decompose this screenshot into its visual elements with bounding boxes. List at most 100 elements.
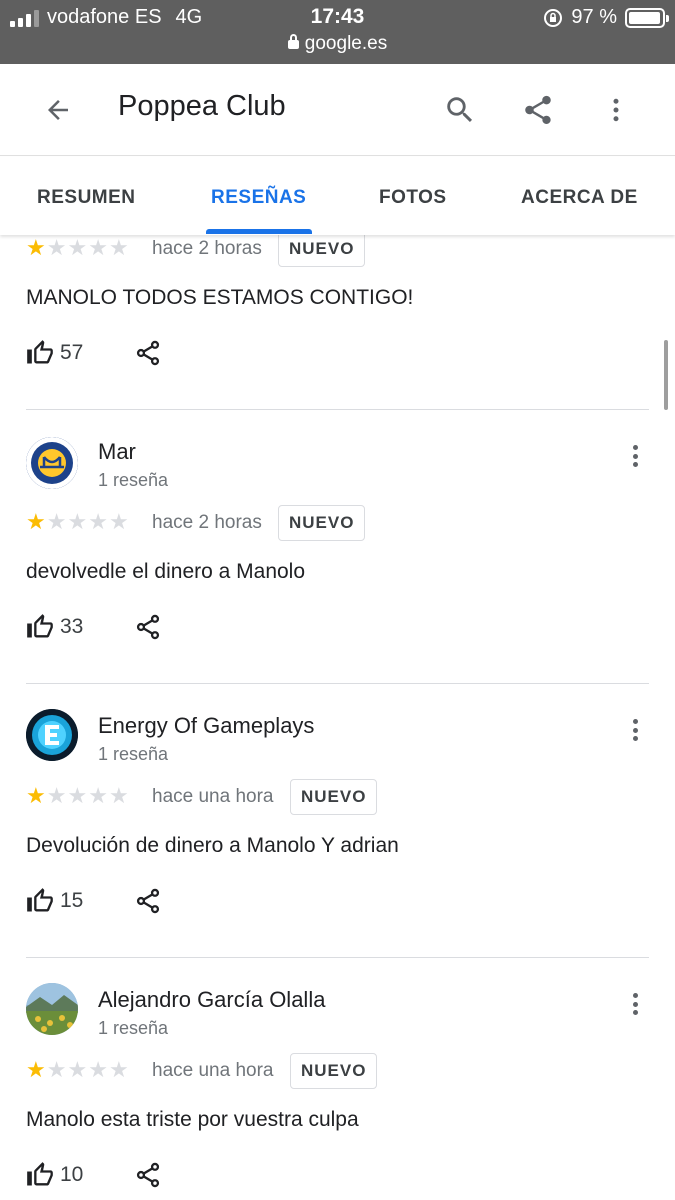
battery-percent: 97 % [571,6,617,28]
share-icon [136,340,160,366]
like-button[interactable]: 15 [26,887,83,915]
star-empty-icon: ★ [67,509,88,534]
star-empty-icon: ★ [67,235,88,260]
tab-bar: RESUMEN RESEÑAS FOTOS ACERCA DE [0,157,675,235]
review-author[interactable]: Energy Of Gameplays [98,713,314,739]
star-empty-icon: ★ [108,509,129,534]
scrollbar[interactable] [664,340,668,410]
lock-icon [287,34,299,49]
avatar[interactable] [26,983,78,1035]
new-badge: NUEVO [290,779,378,815]
review-text: MANOLO TODOS ESTAMOS CONTIGO! [26,286,414,309]
energy-e-logo-icon [26,709,78,761]
share-icon [136,888,160,914]
review-author[interactable]: Mar [98,439,136,465]
review-author[interactable]: Alejandro García Olalla [98,987,325,1013]
share-icon [525,95,551,125]
star-empty-icon: ★ [67,1057,88,1082]
star-filled-icon: ★ [26,235,46,260]
url-bar[interactable]: google.es [0,33,675,55]
tab-acerca-de[interactable]: ACERCA DE [521,187,638,209]
star-filled-icon: ★ [26,1057,46,1082]
like-button[interactable]: 10 [26,1161,83,1189]
url-text: google.es [304,33,388,54]
review-time: hace una hora [152,786,274,807]
star-empty-icon: ★ [108,783,129,808]
star-rating: ★ ★ ★ ★ ★ [26,785,129,807]
author-review-count: 1 reseña [98,1018,169,1038]
page-title: Poppea Club [118,90,286,122]
status-bar: vodafone ES 4G 17:43 97 % google.es [0,0,675,64]
share-icon [136,1162,160,1188]
review-more-button[interactable] [624,989,646,1019]
more-vert-icon [613,98,619,122]
rotation-lock-icon [544,8,563,27]
author-review-count: 1 reseña [98,744,169,764]
star-empty-icon: ★ [88,509,108,534]
new-badge: NUEVO [278,505,366,541]
star-empty-icon: ★ [46,783,67,808]
review-share-button[interactable] [134,339,162,367]
avatar[interactable] [26,437,78,489]
like-button[interactable]: 57 [26,339,83,367]
app-bar: Poppea Club [0,64,675,156]
search-button[interactable] [440,90,480,130]
back-button[interactable] [38,90,78,130]
divider [26,683,649,684]
star-empty-icon: ★ [88,1057,108,1082]
author-review-count: 1 reseña [98,470,169,490]
share-button[interactable] [518,90,558,130]
star-empty-icon: ★ [108,235,129,260]
review-more-button[interactable] [624,441,646,471]
star-filled-icon: ★ [26,509,46,534]
like-count: 57 [60,341,84,364]
star-empty-icon: ★ [88,783,108,808]
status-right: 97 % [543,6,669,29]
like-button[interactable]: 33 [26,613,83,641]
review-time: hace una hora [152,1060,274,1081]
star-empty-icon: ★ [88,235,108,260]
star-rating: ★ ★ ★ ★ ★ [26,1059,129,1081]
review-text: Manolo esta triste por vuestra culpa [26,1108,359,1131]
like-count: 15 [60,889,84,912]
warriors-logo-icon [26,437,78,489]
review-time: hace 2 horas [152,512,262,533]
tab-fotos[interactable]: FOTOS [379,187,447,209]
new-badge: NUEVO [290,1053,378,1089]
thumbs-up-icon [27,1162,53,1186]
search-icon [447,97,473,123]
tab-resenas[interactable]: RESEÑAS [211,187,306,209]
divider [26,957,649,958]
thumbs-up-icon [27,340,53,364]
star-rating: ★ ★ ★ ★ ★ [26,237,129,259]
review-share-button[interactable] [134,1161,162,1189]
new-badge: NUEVO [278,235,366,267]
avatar[interactable] [26,709,78,761]
review-text: devolvedle el dinero a Manolo [26,560,306,583]
star-rating: ★ ★ ★ ★ ★ [26,511,129,533]
star-empty-icon: ★ [46,235,67,260]
star-empty-icon: ★ [67,783,88,808]
tab-resumen[interactable]: RESUMEN [37,187,136,209]
review-more-button[interactable] [624,715,646,745]
star-empty-icon: ★ [46,1057,67,1082]
back-arrow-icon [48,100,68,120]
review-share-button[interactable] [134,613,162,641]
star-empty-icon: ★ [108,1057,129,1082]
like-count: 10 [60,1163,84,1186]
thumbs-up-icon [27,614,53,638]
active-tab-indicator [206,229,312,234]
share-icon [136,614,160,640]
reviews-list[interactable]: ★ ★ ★ ★ ★ hace 2 horas NUEVO MANOLO TODOS ES… [0,235,675,1200]
like-count: 33 [60,615,84,638]
review-share-button[interactable] [134,887,162,915]
battery-fill [629,11,661,24]
landscape-photo-icon [26,983,78,1035]
star-filled-icon: ★ [26,783,46,808]
divider [26,409,649,410]
thumbs-up-icon [27,888,53,912]
review-time: hace 2 horas [152,238,262,259]
battery-icon [625,7,669,28]
star-empty-icon: ★ [46,509,67,534]
more-options-button[interactable] [596,90,636,130]
